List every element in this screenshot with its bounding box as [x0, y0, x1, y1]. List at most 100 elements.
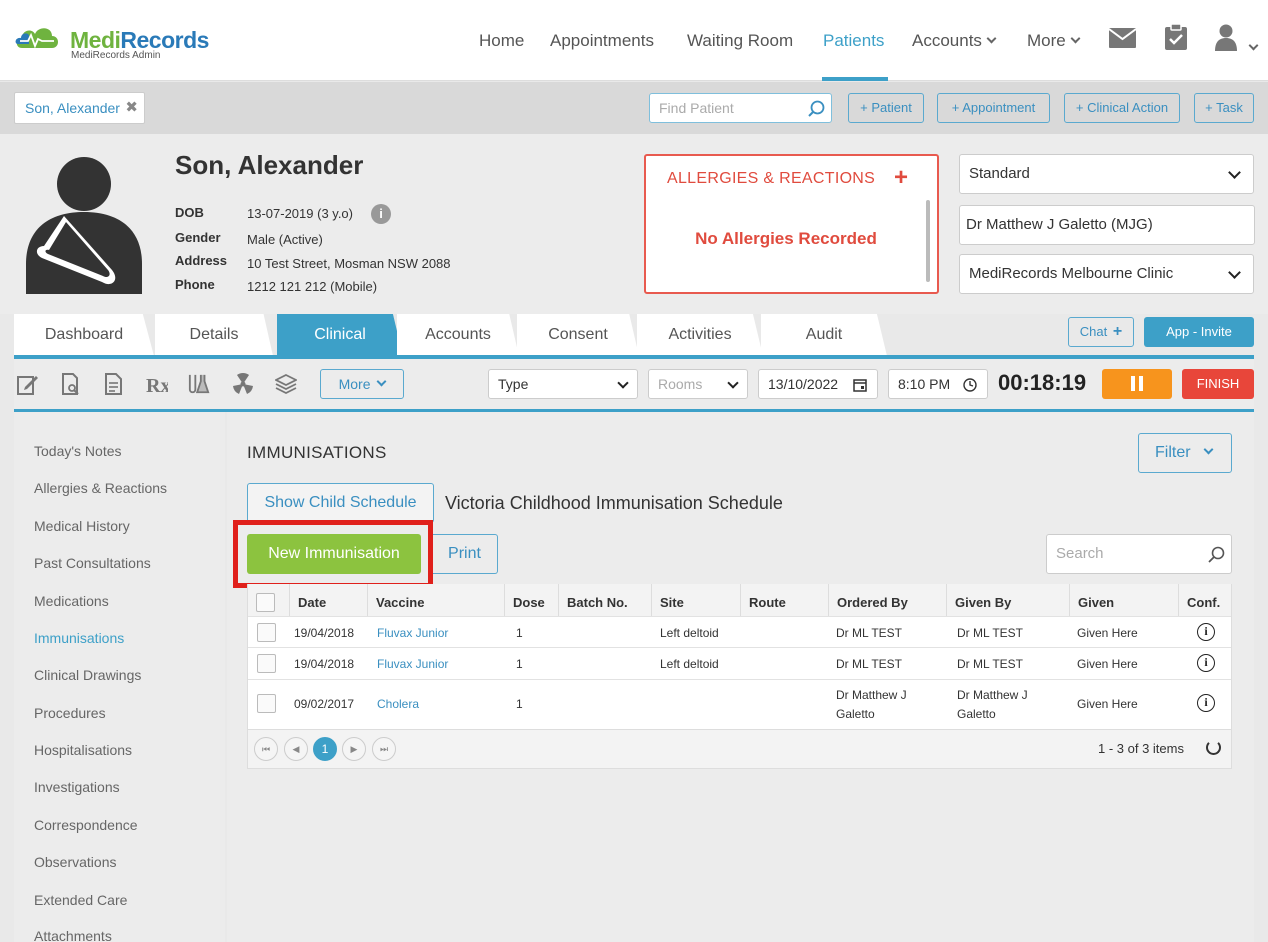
nav-waiting-room[interactable]: Waiting Room	[687, 31, 793, 51]
nav-more[interactable]: More	[1027, 31, 1081, 51]
open-patient-tab[interactable]: Son, Alexander ✖	[14, 92, 145, 124]
prev-page-icon[interactable]: ◀	[284, 737, 308, 761]
last-page-icon[interactable]: ⏭	[372, 737, 396, 761]
tab-consent[interactable]: Consent	[517, 314, 639, 356]
cell-ordered-by-line2: Galetto	[836, 707, 875, 721]
search-icon[interactable]	[1208, 546, 1225, 563]
time-input[interactable]: 8:10 PM	[888, 369, 988, 399]
tab-audit[interactable]: Audit	[761, 314, 887, 356]
info-circle-icon[interactable]: i	[1197, 623, 1215, 641]
app-invite-button[interactable]: App - Invite	[1144, 317, 1254, 347]
next-page-icon[interactable]: ▶	[342, 737, 366, 761]
allergies-scrollbar[interactable]	[926, 200, 930, 282]
clinic-select[interactable]: MediRecords Melbourne Clinic	[959, 254, 1254, 294]
col-ordered-by[interactable]: Ordered By	[828, 584, 946, 616]
refresh-icon[interactable]	[1206, 740, 1221, 755]
sidebar-item-procedures[interactable]: Procedures	[34, 705, 106, 721]
billing-type-select[interactable]: Standard	[959, 154, 1254, 194]
document-search-icon[interactable]	[60, 373, 82, 395]
sidebar-item-extended-care[interactable]: Extended Care	[34, 892, 127, 908]
find-patient-input[interactable]: Find Patient	[649, 93, 832, 123]
logo-cloud-icon	[15, 28, 58, 49]
nav-home[interactable]: Home	[479, 31, 524, 51]
info-circle-icon[interactable]: i	[1197, 654, 1215, 672]
col-site[interactable]: Site	[651, 584, 740, 616]
sidebar-item-immunisations[interactable]: Immunisations	[34, 630, 124, 646]
page-number-button[interactable]: 1	[313, 737, 337, 761]
show-child-schedule-button[interactable]: Show Child Schedule	[247, 483, 434, 523]
tab-clinical[interactable]: Clinical	[277, 314, 403, 356]
cell-vaccine-link[interactable]: Cholera	[369, 697, 419, 711]
print-button[interactable]: Print	[432, 534, 498, 574]
edit-note-icon[interactable]	[17, 373, 39, 395]
date-input[interactable]: 13/10/2022	[758, 369, 878, 399]
allergies-title: ALLERGIES & REACTIONS	[667, 170, 876, 187]
add-task-button[interactable]: + Task	[1194, 93, 1254, 123]
sidebar-item-hospitalisations[interactable]: Hospitalisations	[34, 742, 132, 758]
search-icon[interactable]	[808, 100, 825, 117]
col-given[interactable]: Given	[1069, 584, 1178, 616]
tab-details[interactable]: Details	[155, 314, 273, 356]
type-select[interactable]: Type	[488, 369, 638, 399]
nav-accounts[interactable]: Accounts	[912, 31, 997, 51]
user-menu-icon[interactable]	[1214, 24, 1238, 51]
document-list-icon[interactable]	[103, 373, 125, 395]
select-all-checkbox[interactable]	[256, 593, 275, 612]
sidebar-item-observations[interactable]: Observations	[34, 854, 116, 870]
brand-subtitle: MediRecords Admin	[71, 50, 161, 61]
sidebar-item-clinical-drawings[interactable]: Clinical Drawings	[34, 667, 141, 683]
nav-appointments[interactable]: Appointments	[550, 31, 654, 51]
sidebar-item-medications[interactable]: Medications	[34, 593, 109, 609]
tab-activities[interactable]: Activities	[637, 314, 763, 356]
clipboard-check-icon[interactable]	[1165, 24, 1187, 50]
mail-icon[interactable]	[1109, 28, 1136, 48]
finish-button[interactable]: FINISH	[1182, 369, 1254, 399]
row-checkbox[interactable]	[257, 694, 276, 713]
add-clinical-action-button[interactable]: + Clinical Action	[1064, 93, 1180, 123]
cell-vaccine-link[interactable]: Fluvax Junior	[369, 626, 448, 640]
prescription-icon[interactable]: Rx	[146, 373, 168, 395]
row-checkbox[interactable]	[257, 654, 276, 673]
sidebar-item-investigations[interactable]: Investigations	[34, 779, 120, 795]
practitioner-field[interactable]: Dr Matthew J Galetto (MJG)	[959, 205, 1255, 245]
first-page-icon[interactable]: ⏮	[254, 737, 278, 761]
col-batch[interactable]: Batch No.	[558, 584, 651, 616]
table-search-input[interactable]: Search	[1046, 534, 1232, 574]
col-vaccine[interactable]: Vaccine	[367, 584, 504, 616]
more-tools-button[interactable]: More	[320, 369, 404, 399]
chat-button[interactable]: Chat +	[1068, 317, 1134, 347]
lab-flask-icon[interactable]	[188, 373, 210, 395]
col-route[interactable]: Route	[740, 584, 828, 616]
time-value: 8:10 PM	[898, 376, 951, 392]
cell-vaccine-link[interactable]: Fluvax Junior	[369, 657, 448, 671]
add-appointment-button[interactable]: + Appointment	[937, 93, 1050, 123]
col-dose[interactable]: Dose	[504, 584, 558, 616]
calendar-icon[interactable]	[853, 378, 867, 392]
tab-accounts[interactable]: Accounts	[397, 314, 519, 356]
info-icon[interactable]: i	[371, 204, 391, 224]
col-date[interactable]: Date	[289, 584, 367, 616]
col-given-by[interactable]: Given By	[946, 584, 1069, 616]
info-circle-icon[interactable]: i	[1197, 694, 1215, 712]
sidebar-item-allergies[interactable]: Allergies & Reactions	[34, 480, 167, 496]
rooms-select[interactable]: Rooms	[648, 369, 748, 399]
tab-dashboard[interactable]: Dashboard	[14, 314, 154, 356]
pause-button[interactable]	[1102, 369, 1172, 399]
add-patient-button[interactable]: + Patient	[848, 93, 924, 123]
nav-patients[interactable]: Patients	[823, 31, 884, 51]
clock-icon[interactable]	[963, 378, 977, 392]
filter-button[interactable]: Filter	[1138, 433, 1232, 473]
add-allergy-icon[interactable]: +	[894, 164, 908, 192]
dob-value: 13-07-2019 (3 y.o)	[247, 206, 353, 221]
sidebar-item-todays-notes[interactable]: Today's Notes	[34, 443, 122, 459]
sidebar-item-medical-history[interactable]: Medical History	[34, 518, 130, 534]
date-value: 13/10/2022	[768, 376, 839, 392]
sidebar-item-past-consultations[interactable]: Past Consultations	[34, 555, 151, 571]
sidebar-item-attachments[interactable]: Attachments	[34, 928, 112, 942]
radiology-icon[interactable]	[232, 373, 254, 395]
row-checkbox[interactable]	[257, 623, 276, 642]
col-conf[interactable]: Conf.	[1178, 584, 1231, 616]
sidebar-item-correspondence[interactable]: Correspondence	[34, 817, 138, 833]
close-icon[interactable]: ✖	[125, 93, 138, 123]
stack-layers-icon[interactable]	[275, 373, 297, 395]
